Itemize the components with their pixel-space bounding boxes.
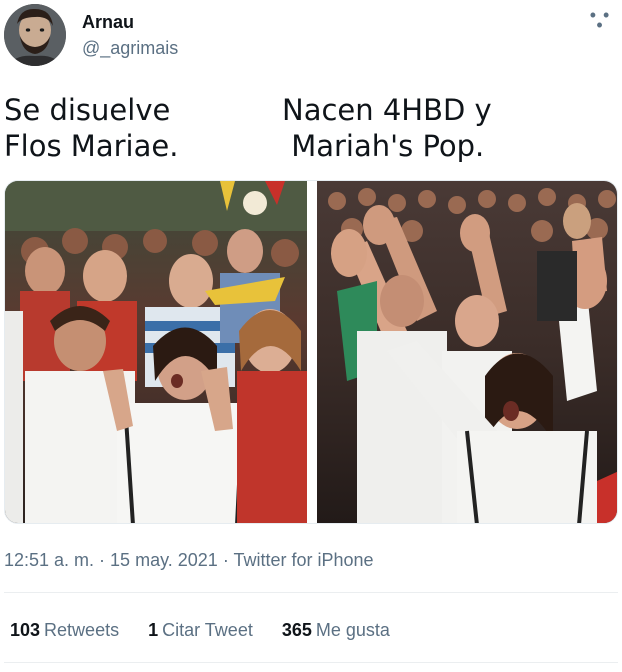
tweet-text-left: Se disuelve Flos Mariae. [4,92,178,164]
photo-crowd-celebrating[interactable] [317,181,617,523]
retweets-stat[interactable]: 103 Retweets [10,620,119,641]
divider [4,662,618,663]
more-horizontal-icon[interactable]: • • • [586,6,614,34]
tweet-media[interactable] [4,180,618,524]
tweet-header: Arnau @_agrimais • • • [0,0,622,80]
tweet-text-line: Se disuelve [4,93,171,127]
tweet-text-line: Mariah's Pop. [282,129,485,163]
quotes-stat[interactable]: 1 Citar Tweet [148,620,253,641]
divider [4,592,618,593]
tweet-stats: 103 Retweets 1 Citar Tweet 365 Me gusta [10,620,414,641]
likes-count: 365 [281,620,312,640]
author-name[interactable]: Arnau [82,12,134,33]
quotes-label: Citar Tweet [162,620,253,640]
tweet-source[interactable]: Twitter for iPhone [233,550,373,570]
retweets-label: Retweets [44,620,120,640]
author-handle[interactable]: @_agrimais [82,38,178,59]
photo-crowd-worried[interactable] [5,181,307,523]
retweets-count: 103 [10,620,41,640]
likes-label: Me gusta [315,620,390,640]
tweet-text-line: Flos Mariae. [4,129,179,163]
tweet-timestamp[interactable]: 12:51 a. m. · 15 may. 2021 [4,550,218,570]
quotes-count: 1 [148,620,159,640]
tweet-text-line: Nacen 4HBD y [282,93,492,127]
likes-stat[interactable]: 365 Me gusta [282,620,390,641]
avatar[interactable] [4,4,66,66]
tweet-meta: 12:51 a. m. · 15 may. 2021 · Twitter for… [4,550,374,571]
meta-separator: · [222,550,234,570]
tweet-text-right: Nacen 4HBD y Mariah's Pop. [282,92,492,164]
